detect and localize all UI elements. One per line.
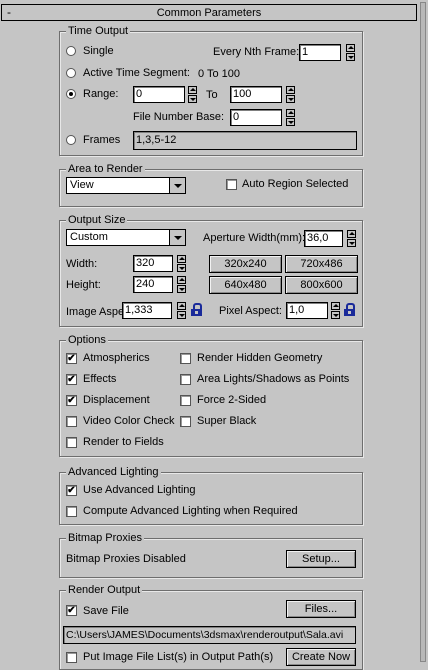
chevron-down-icon (169, 178, 185, 193)
output-size-preset-dropdown[interactable]: Custom (66, 229, 186, 246)
output-size-title: Output Size (66, 214, 128, 227)
preset-320x240-button[interactable]: 320x240 (209, 255, 282, 273)
auto-region-label: Auto Region Selected (242, 178, 349, 190)
scrollbar-thumb[interactable] (420, 2, 426, 662)
range-label: Range: (83, 88, 119, 100)
use-advanced-lighting-checkbox[interactable]: ✔ (66, 485, 77, 496)
width-label: Width: (66, 258, 98, 270)
aperture-width-spinner[interactable] (347, 230, 356, 247)
range-from-field[interactable]: 0 (133, 86, 185, 103)
area-to-render-title: Area to Render (66, 163, 145, 176)
options-title: Options (66, 334, 108, 347)
displacement-checkbox[interactable]: ✔ (66, 395, 77, 406)
height-label: Height: (66, 279, 101, 291)
bitmap-proxies-status: Bitmap Proxies Disabled (66, 553, 186, 565)
video-color-check-checkbox[interactable] (66, 416, 77, 427)
range-to-spinner[interactable] (286, 86, 295, 103)
render-hidden-geometry-label: Render Hidden Geometry (197, 352, 323, 364)
file-number-base-label: File Number Base: (133, 111, 225, 123)
active-segment-label: Active Time Segment: (83, 67, 190, 79)
common-parameters-rollout[interactable]: - Common Parameters (1, 4, 417, 21)
height-spinner[interactable] (177, 276, 186, 293)
every-nth-field[interactable]: 1 (299, 44, 341, 61)
chevron-down-icon (169, 230, 185, 245)
super-black-label: Super Black (197, 415, 257, 427)
frames-field[interactable]: 1,3,5-12 (133, 131, 357, 150)
area-lights-shadows-label: Area Lights/Shadows as Points (197, 373, 350, 385)
displacement-label: Displacement (83, 394, 150, 406)
create-now-button[interactable]: Create Now (286, 648, 356, 666)
file-number-base-spinner[interactable] (286, 109, 295, 126)
render-hidden-geometry-checkbox[interactable] (180, 353, 191, 364)
active-range-value: 0 To 100 (198, 68, 241, 80)
preset-720x486-button[interactable]: 720x486 (285, 255, 358, 273)
advanced-lighting-title: Advanced Lighting (66, 466, 161, 479)
frames-label: Frames (83, 134, 121, 146)
image-aspect-field[interactable]: 1,333 (122, 302, 172, 319)
width-field[interactable]: 320 (133, 255, 173, 272)
frames-radio[interactable] (66, 135, 76, 145)
range-radio[interactable] (66, 89, 76, 99)
put-image-file-list-label: Put Image File List(s) in Output Path(s) (83, 651, 274, 663)
aperture-width-label: Aperture Width(mm): (203, 232, 306, 244)
atmospherics-label: Atmospherics (83, 352, 150, 364)
render-to-fields-checkbox[interactable] (66, 437, 77, 448)
pixel-aspect-label: Pixel Aspect: (219, 305, 282, 317)
pixel-aspect-lock-icon[interactable] (344, 303, 355, 317)
single-label: Single (83, 45, 114, 57)
aperture-width-field[interactable]: 36,0 (304, 230, 343, 247)
pixel-aspect-field[interactable]: 1,0 (286, 302, 328, 319)
every-nth-spinner[interactable] (346, 44, 355, 61)
put-image-file-list-checkbox[interactable] (66, 652, 77, 663)
rollout-title: Common Parameters (156, 7, 262, 19)
render-to-fields-label: Render to Fields (83, 436, 164, 448)
bitmap-proxies-title: Bitmap Proxies (66, 532, 144, 545)
file-number-base-field[interactable]: 0 (230, 109, 282, 126)
height-field[interactable]: 240 (133, 276, 173, 293)
area-to-render-value: View (70, 179, 94, 191)
atmospherics-checkbox[interactable]: ✔ (66, 353, 77, 364)
auto-region-checkbox[interactable] (226, 179, 237, 190)
time-output-title: Time Output (66, 25, 131, 38)
single-radio[interactable] (66, 46, 76, 56)
files-button[interactable]: Files... (286, 600, 356, 618)
compute-advanced-lighting-label: Compute Advanced Lighting when Required (83, 505, 298, 517)
area-lights-shadows-checkbox[interactable] (180, 374, 191, 385)
super-black-checkbox[interactable] (180, 416, 191, 427)
range-to-label: To (206, 89, 218, 101)
save-file-checkbox[interactable]: ✔ (66, 605, 77, 616)
every-nth-label: Every Nth Frame: (213, 46, 300, 58)
area-to-render-dropdown[interactable]: View (66, 177, 186, 194)
save-file-label: Save File (83, 605, 129, 617)
width-spinner[interactable] (177, 255, 186, 272)
preset-800x600-button[interactable]: 800x600 (285, 276, 358, 294)
effects-checkbox[interactable]: ✔ (66, 374, 77, 385)
use-advanced-lighting-label: Use Advanced Lighting (83, 484, 196, 496)
force-2-sided-label: Force 2-Sided (197, 394, 267, 406)
preset-640x480-button[interactable]: 640x480 (209, 276, 282, 294)
image-aspect-lock-icon[interactable] (191, 303, 202, 317)
image-aspect-spinner[interactable] (177, 302, 186, 319)
output-path-field[interactable]: C:\Users\JAMES\Documents\3dsmax\renderou… (63, 626, 356, 644)
compute-advanced-lighting-checkbox[interactable] (66, 506, 77, 517)
effects-label: Effects (83, 373, 117, 385)
video-color-check-label: Video Color Check (83, 415, 175, 427)
force-2-sided-checkbox[interactable] (180, 395, 191, 406)
setup-button[interactable]: Setup... (286, 550, 356, 568)
render-output-title: Render Output (66, 584, 143, 597)
active-segment-radio[interactable] (66, 68, 76, 78)
output-size-preset-value: Custom (70, 231, 108, 243)
range-to-field[interactable]: 100 (230, 86, 282, 103)
range-from-spinner[interactable] (188, 86, 197, 103)
pixel-aspect-spinner[interactable] (331, 302, 340, 319)
